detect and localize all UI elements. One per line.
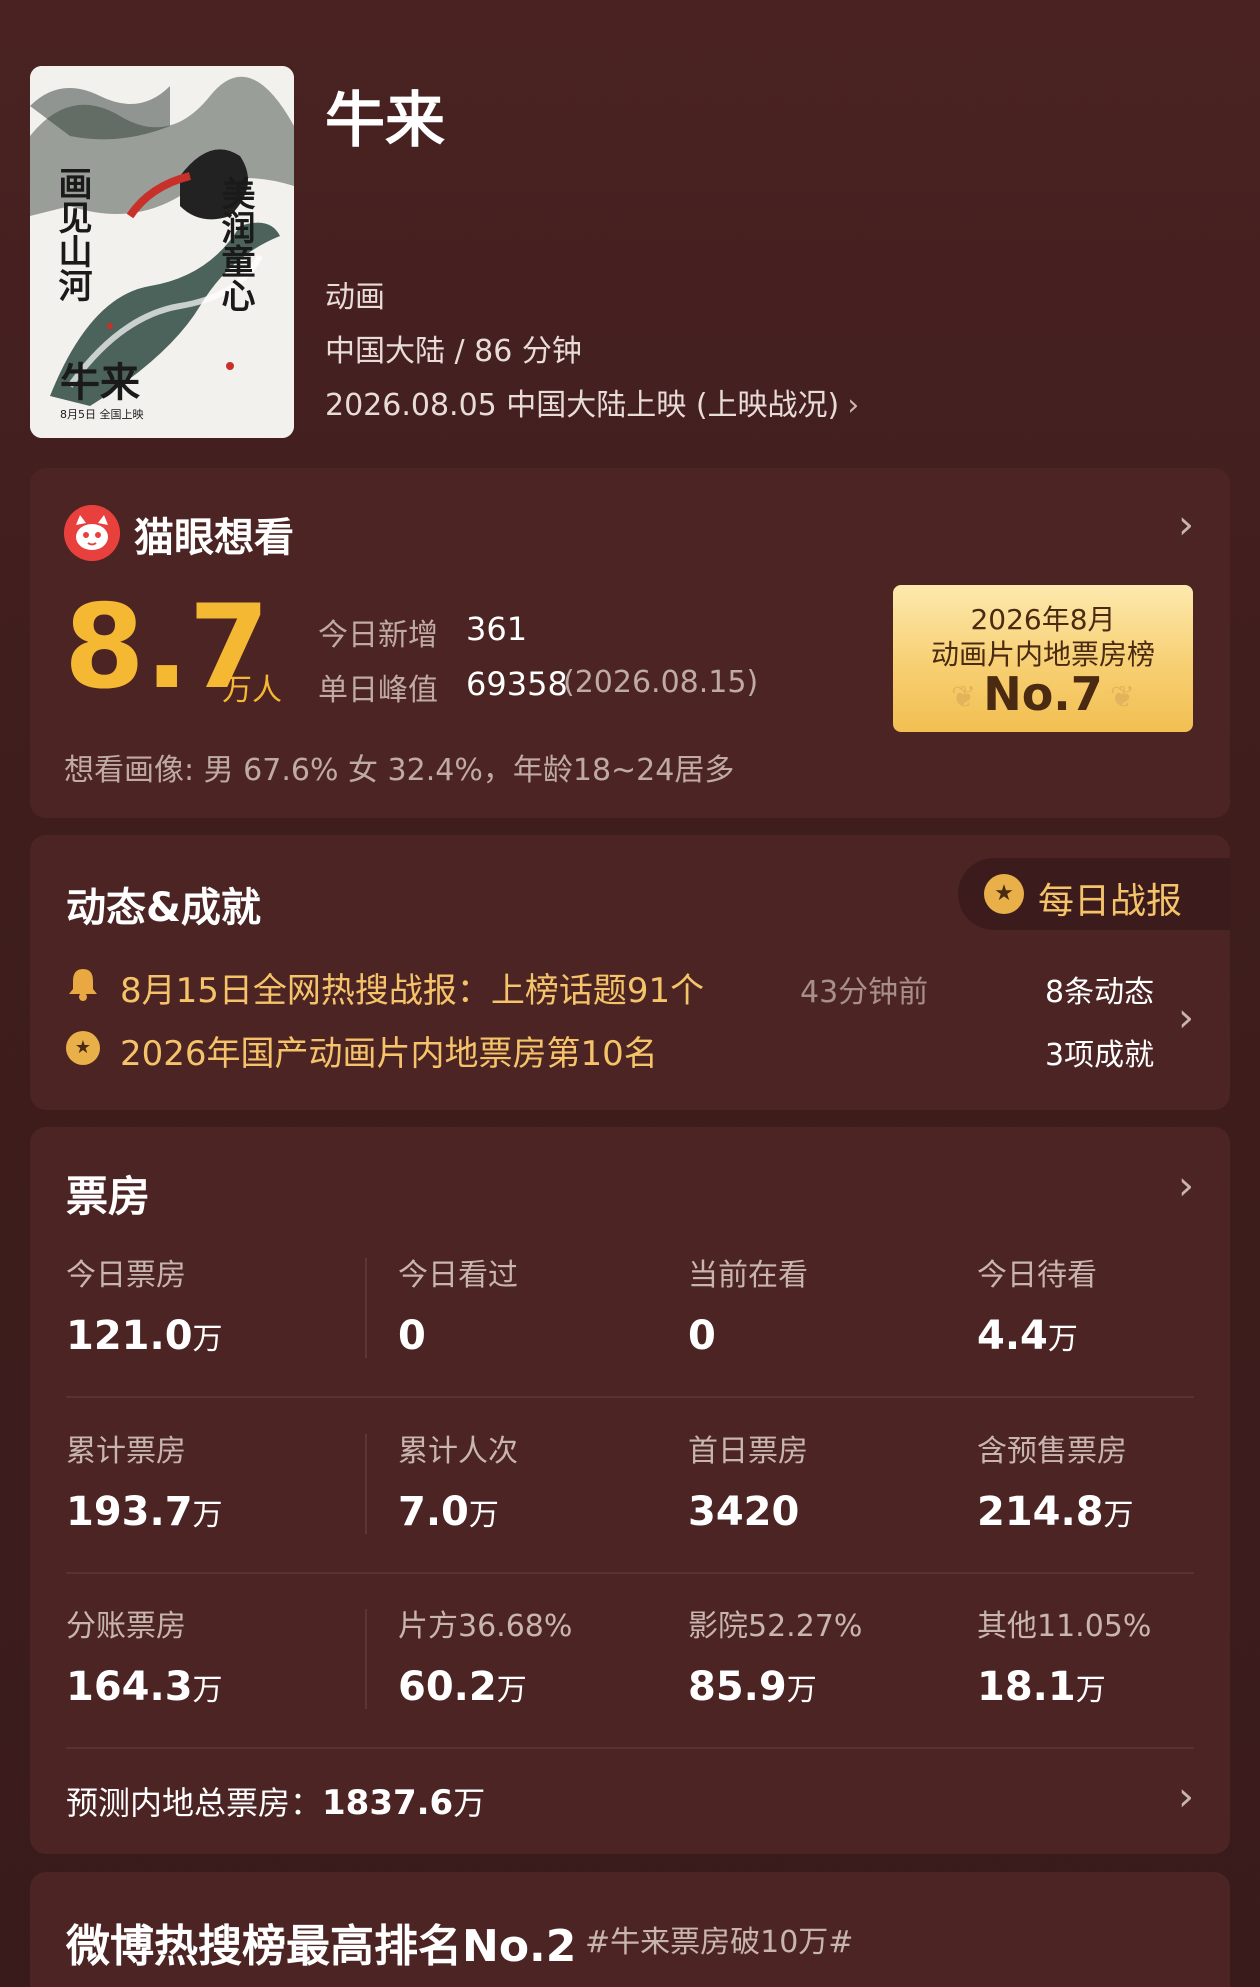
column-divider — [365, 1609, 367, 1709]
stat-value-today-wish: 4.4万 — [977, 1313, 1078, 1359]
row-divider — [66, 1396, 1194, 1398]
stat-value-producer-share: 60.2万 — [398, 1664, 527, 1710]
peak-label: 单日峰值 — [318, 673, 438, 708]
today-new-value: 361 — [466, 610, 528, 648]
stat-label-other-share: 其他11.05% — [977, 1609, 1152, 1644]
rank-badge[interactable]: 2026年8月 动画片内地票房榜 ❦ No.7 ❦ — [893, 585, 1193, 732]
achievement-count: 3项成就 — [1045, 1038, 1155, 1073]
movie-genre: 动画 — [325, 280, 385, 315]
stat-label-today-watched: 今日看过 — [398, 1258, 518, 1293]
movie-release-text: 2026.08.05 中国大陆上映 (上映战况) — [325, 388, 840, 423]
wish-portrait: 想看画像: 男 67.6% 女 32.4%，年龄18~24居多 — [64, 753, 735, 788]
chevron-right-icon[interactable]: › — [1178, 1774, 1194, 1820]
stat-value-total-boxoffice: 193.7万 — [66, 1489, 223, 1535]
stat-value-today-watched: 0 — [398, 1313, 426, 1359]
achievement-medal-icon: ★ — [66, 1031, 100, 1065]
boxoffice-title: 票房 — [66, 1172, 151, 1221]
stat-label-total-boxoffice: 累计票房 — [66, 1434, 186, 1469]
column-divider — [365, 1434, 367, 1534]
stat-value-split-boxoffice: 164.3万 — [66, 1664, 223, 1710]
forecast-label: 预测内地总票房： — [66, 1784, 323, 1822]
rank-number: No.7 — [983, 667, 1103, 721]
stat-label-cinema-share: 影院52.27% — [688, 1609, 863, 1644]
column-divider — [365, 1258, 367, 1358]
chevron-right-icon[interactable]: › — [1178, 995, 1194, 1041]
today-new-label: 今日新增 — [318, 618, 438, 653]
poster-text-3: 牛来 — [60, 359, 140, 406]
movie-release[interactable]: 2026.08.05 中国大陆上映 (上映战况) › — [325, 380, 859, 424]
row-divider — [66, 1747, 1194, 1749]
medal-icon: ★ — [984, 874, 1024, 914]
poster-text-1: 美润童心 — [215, 176, 255, 312]
chevron-right-icon: › — [847, 388, 860, 423]
stat-label-first-day: 首日票房 — [688, 1434, 808, 1469]
forecast-row[interactable]: 预测内地总票房：1837.6万 — [66, 1778, 485, 1824]
peak-value: 69358 — [466, 665, 568, 703]
wish-title: 猫眼想看 — [134, 515, 294, 561]
daily-report-label: 每日战报 — [1038, 881, 1183, 922]
stat-label-today-wish: 今日待看 — [977, 1258, 1097, 1293]
daily-report-button[interactable]: ★ 每日战报 — [958, 858, 1230, 930]
dynamics-title: 动态&成就 — [66, 885, 261, 931]
rank-period: 2026年8月 — [970, 603, 1116, 636]
news-item-1-time: 43分钟前 — [800, 975, 929, 1010]
stat-label-split-boxoffice: 分账票房 — [66, 1609, 186, 1644]
stat-value-with-presale: 214.8万 — [977, 1489, 1134, 1535]
peak-date: (2026.08.15) — [563, 665, 759, 700]
weibo-rank: 微博热搜榜最高排名No.2 — [66, 1921, 577, 1972]
bell-icon — [66, 966, 100, 1006]
stat-label-total-admissions: 累计人次 — [398, 1434, 518, 1469]
stat-label-today-boxoffice: 今日票房 — [66, 1258, 186, 1293]
stat-label-producer-share: 片方36.68% — [398, 1609, 573, 1644]
maoyan-cat-icon — [64, 505, 120, 561]
news-item-1[interactable]: 8月15日全网热搜战报：上榜话题91个 — [120, 963, 704, 1012]
wish-unit: 万人 — [222, 673, 282, 708]
weibo-tag[interactable]: #牛来票房破10万# — [585, 1917, 853, 1961]
poster-text-4: 8月5日 全国上映 — [60, 407, 144, 421]
stat-value-today-boxoffice: 121.0万 — [66, 1313, 223, 1359]
movie-poster[interactable]: 美润童心 画见山河 牛来 8月5日 全国上映 — [30, 66, 294, 438]
forecast-value: 1837.6 — [322, 1783, 454, 1823]
stat-value-cinema-share: 85.9万 — [688, 1664, 817, 1710]
stat-value-total-admissions: 7.0万 — [398, 1489, 499, 1535]
stat-value-other-share: 18.1万 — [977, 1664, 1106, 1710]
stat-value-watching-now: 0 — [688, 1313, 716, 1359]
row-divider — [66, 1572, 1194, 1574]
chevron-right-icon[interactable]: › — [1178, 502, 1194, 548]
news-item-2[interactable]: 2026年国产动画片内地票房第10名 — [120, 1026, 658, 1075]
stat-label-watching-now: 当前在看 — [688, 1258, 808, 1293]
forecast-unit: 万 — [453, 1784, 486, 1822]
dynamics-count: 8条动态 — [1045, 975, 1155, 1010]
chevron-right-icon[interactable]: › — [1178, 1163, 1194, 1209]
movie-region-duration: 中国大陆 / 86 分钟 — [325, 334, 582, 369]
stat-label-with-presale: 含预售票房 — [977, 1434, 1127, 1469]
movie-title: 牛来 — [325, 86, 445, 156]
poster-text-2: 画见山河 — [52, 166, 92, 302]
stat-value-first-day: 3420 — [688, 1489, 800, 1535]
laurel-right-icon: ❦ — [1109, 680, 1135, 715]
